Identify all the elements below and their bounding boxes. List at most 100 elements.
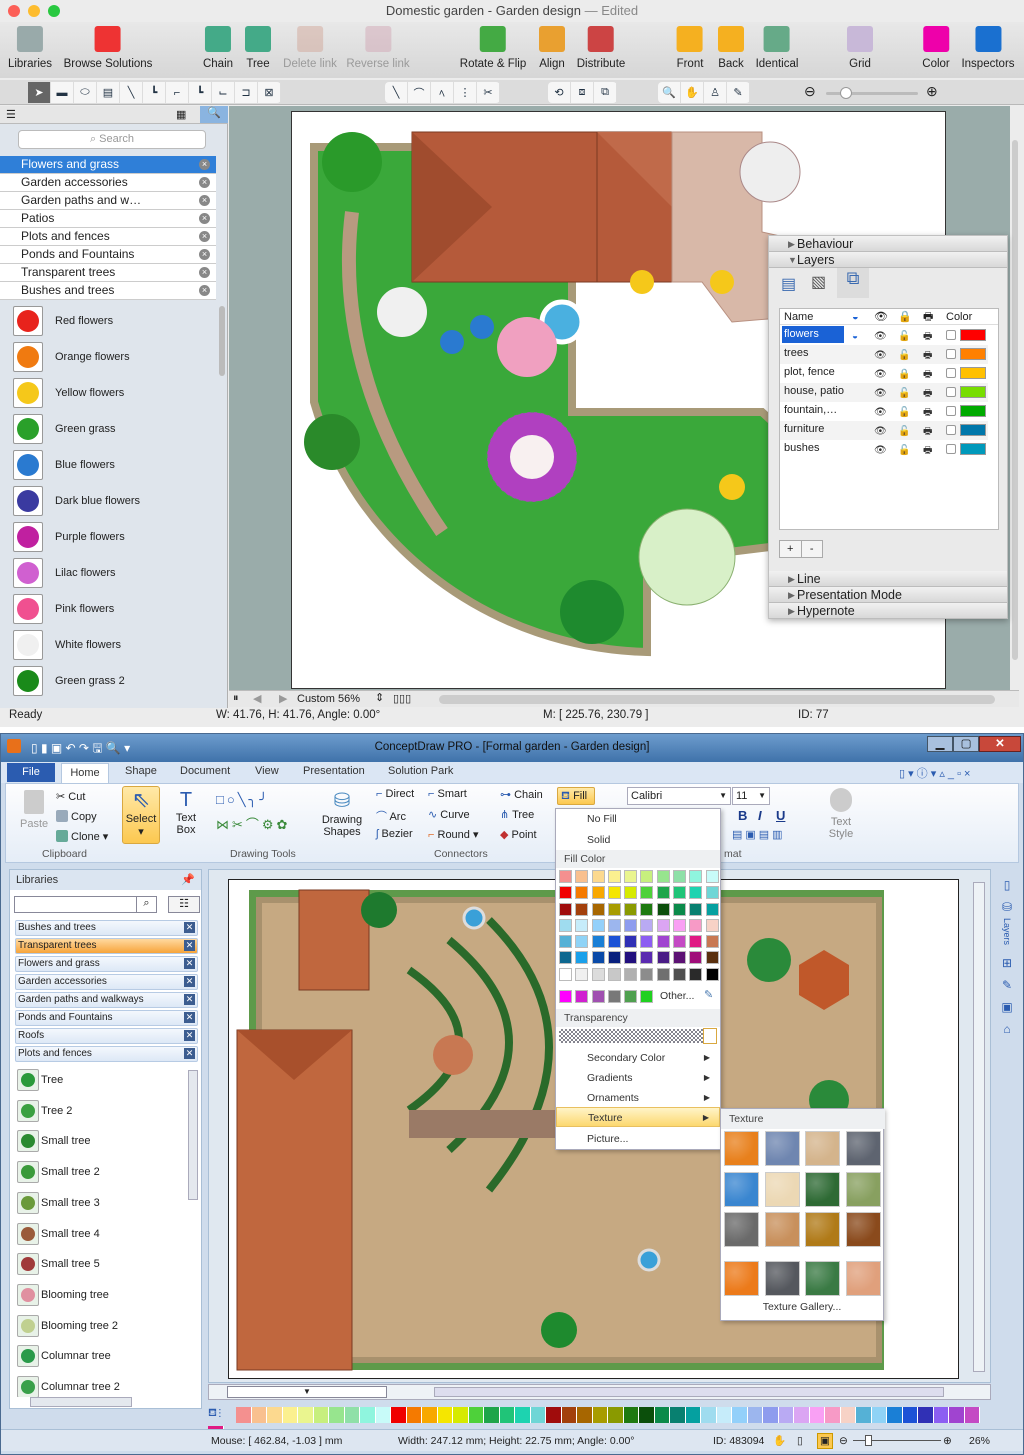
- palette-swatch[interactable]: [623, 1407, 639, 1423]
- library-item[interactable]: Flowers and grass ×: [0, 156, 216, 174]
- layer-checkbox[interactable]: [946, 444, 956, 454]
- palette-swatch[interactable]: [809, 1407, 825, 1423]
- library-item[interactable]: Garden paths and w… ×: [0, 192, 216, 210]
- print-icon[interactable]: 🖶: [923, 385, 932, 402]
- menu-gradients[interactable]: Gradients ▶: [556, 1068, 720, 1088]
- layers-icon[interactable]: ⧉: [837, 268, 869, 298]
- shape-item[interactable]: Blue flowers: [0, 447, 216, 483]
- clone-button[interactable]: Clone ▾: [56, 830, 108, 843]
- color-swatch[interactable]: [575, 918, 589, 932]
- recent-color-swatch[interactable]: [575, 990, 589, 1003]
- palette-swatch[interactable]: [685, 1407, 701, 1423]
- color-swatch[interactable]: [575, 902, 589, 916]
- palette-swatch[interactable]: [840, 1407, 856, 1423]
- color-swatch[interactable]: [673, 918, 687, 932]
- toolbar-front-button[interactable]: Front: [677, 26, 703, 70]
- color-swatch[interactable]: [673, 967, 687, 981]
- library-item[interactable]: Bushes and trees ×: [0, 282, 216, 300]
- text-box-button[interactable]: T Text Box: [172, 788, 200, 836]
- color-swatch[interactable]: [624, 967, 638, 981]
- color-swatch[interactable]: [624, 886, 638, 900]
- close-library-icon[interactable]: ✕: [184, 922, 195, 933]
- tab-view[interactable]: View: [255, 765, 279, 777]
- layer-name[interactable]: furniture: [782, 421, 844, 438]
- zoom-out-icon[interactable]: ⊖: [804, 83, 816, 100]
- palette-swatch[interactable]: [716, 1407, 732, 1423]
- palette-swatch[interactable]: [608, 1407, 624, 1423]
- print-icon[interactable]: 🖶: [923, 347, 932, 364]
- library-item[interactable]: Transparent trees ×: [0, 264, 216, 282]
- app-icon[interactable]: [7, 739, 21, 753]
- color-swatch[interactable]: [673, 951, 687, 965]
- line-tool-icon[interactable]: ╲: [385, 82, 408, 103]
- layer-name[interactable]: plot, fence: [782, 364, 844, 381]
- texture-swatch[interactable]: [724, 1260, 759, 1296]
- palette-swatch[interactable]: [267, 1407, 283, 1423]
- color-swatch[interactable]: [607, 967, 621, 981]
- palette-swatch[interactable]: [468, 1407, 484, 1423]
- texture-swatch[interactable]: [805, 1171, 840, 1207]
- bezier-tool-icon[interactable]: ﾍ: [431, 82, 454, 103]
- color-swatch[interactable]: [559, 935, 572, 949]
- zoom-select[interactable]: Custom 56%: [297, 693, 360, 705]
- layer-color-swatch[interactable]: [960, 443, 986, 455]
- shape-item[interactable]: Columnar tree: [15, 1343, 185, 1369]
- connector-tool-icon[interactable]: ⌙: [212, 82, 235, 103]
- close-library-icon[interactable]: ✕: [184, 940, 195, 951]
- visible-icon[interactable]: 👁: [874, 347, 887, 364]
- shape-item[interactable]: Small tree 4: [15, 1221, 185, 1247]
- shape-item[interactable]: Dark blue flowers: [0, 483, 216, 519]
- texture-swatch[interactable]: [764, 1131, 800, 1166]
- toolbar-grid-button[interactable]: Grid: [847, 26, 873, 70]
- layer-color-swatch[interactable]: [960, 348, 986, 360]
- palette-swatch[interactable]: [794, 1407, 810, 1423]
- layer-name[interactable]: flowers: [782, 326, 844, 343]
- shape-item[interactable]: Small tree 5: [15, 1251, 185, 1277]
- scrollbar[interactable]: [439, 695, 995, 704]
- pin-icon[interactable]: 📌: [181, 870, 195, 890]
- menu-picture[interactable]: Picture...: [556, 1129, 720, 1149]
- palette-swatch[interactable]: [391, 1407, 407, 1423]
- layer-checkbox[interactable]: [946, 425, 956, 435]
- zoom-in-icon[interactable]: ⊕: [926, 83, 938, 100]
- active-layer-icon[interactable]: ◒: [852, 328, 858, 345]
- selection-icon[interactable]: ▧: [811, 272, 826, 292]
- split-tool-icon[interactable]: ⋮: [454, 82, 477, 103]
- eyedropper-icon[interactable]: ✎: [704, 988, 713, 1001]
- cut-button[interactable]: ✂ Cut: [56, 790, 85, 803]
- other-color-button[interactable]: Other...: [660, 990, 694, 1002]
- section-behaviour[interactable]: ▶ Behaviour: [769, 236, 1007, 252]
- shape-item[interactable]: Tree: [15, 1067, 185, 1093]
- color-swatch[interactable]: [575, 886, 589, 900]
- color-swatch[interactable]: [575, 951, 589, 965]
- close-library-icon[interactable]: ×: [199, 213, 210, 224]
- alignment-buttons[interactable]: ▤▣▤▥: [732, 828, 786, 841]
- palette-swatch[interactable]: [577, 1407, 593, 1423]
- shape-item[interactable]: Yellow flowers: [0, 375, 216, 411]
- library-item[interactable]: Ponds and Fountains ×: [0, 246, 216, 264]
- prev-page-icon[interactable]: ◀: [253, 692, 261, 705]
- close-library-icon[interactable]: ✕: [184, 976, 195, 987]
- connector-tool-icon[interactable]: ╲: [120, 82, 143, 103]
- ellipse-tool-icon[interactable]: ⬭: [74, 82, 97, 103]
- color-swatch[interactable]: [689, 951, 703, 965]
- shape-item[interactable]: Small tree 3: [15, 1190, 185, 1216]
- palette-swatch[interactable]: [670, 1407, 686, 1423]
- color-swatch[interactable]: [689, 886, 703, 900]
- layer-checkbox[interactable]: [946, 387, 956, 397]
- color-swatch[interactable]: [640, 870, 654, 883]
- palette-swatch[interactable]: [933, 1407, 949, 1423]
- color-swatch[interactable]: [689, 918, 703, 932]
- maximize-button[interactable]: ▢: [953, 736, 979, 752]
- close-library-icon[interactable]: ×: [199, 195, 210, 206]
- palette-swatch[interactable]: [406, 1407, 422, 1423]
- color-swatch[interactable]: [607, 951, 621, 965]
- help-icons[interactable]: ▯ ▾ ⓘ ▾ ▵ _ ▫ ×: [899, 765, 970, 781]
- library-item[interactable]: Garden paths and walkways ✕: [15, 992, 198, 1008]
- eyedropper-icon[interactable]: ✎: [727, 82, 750, 103]
- transparency-slider[interactable]: [559, 1029, 717, 1043]
- crop-tool-icon[interactable]: ⧈: [571, 82, 594, 103]
- zoom-page-icon[interactable]: ▯: [797, 1430, 803, 1452]
- library-item[interactable]: Bushes and trees ✕: [15, 920, 198, 936]
- shape-item[interactable]: White flowers: [0, 627, 216, 663]
